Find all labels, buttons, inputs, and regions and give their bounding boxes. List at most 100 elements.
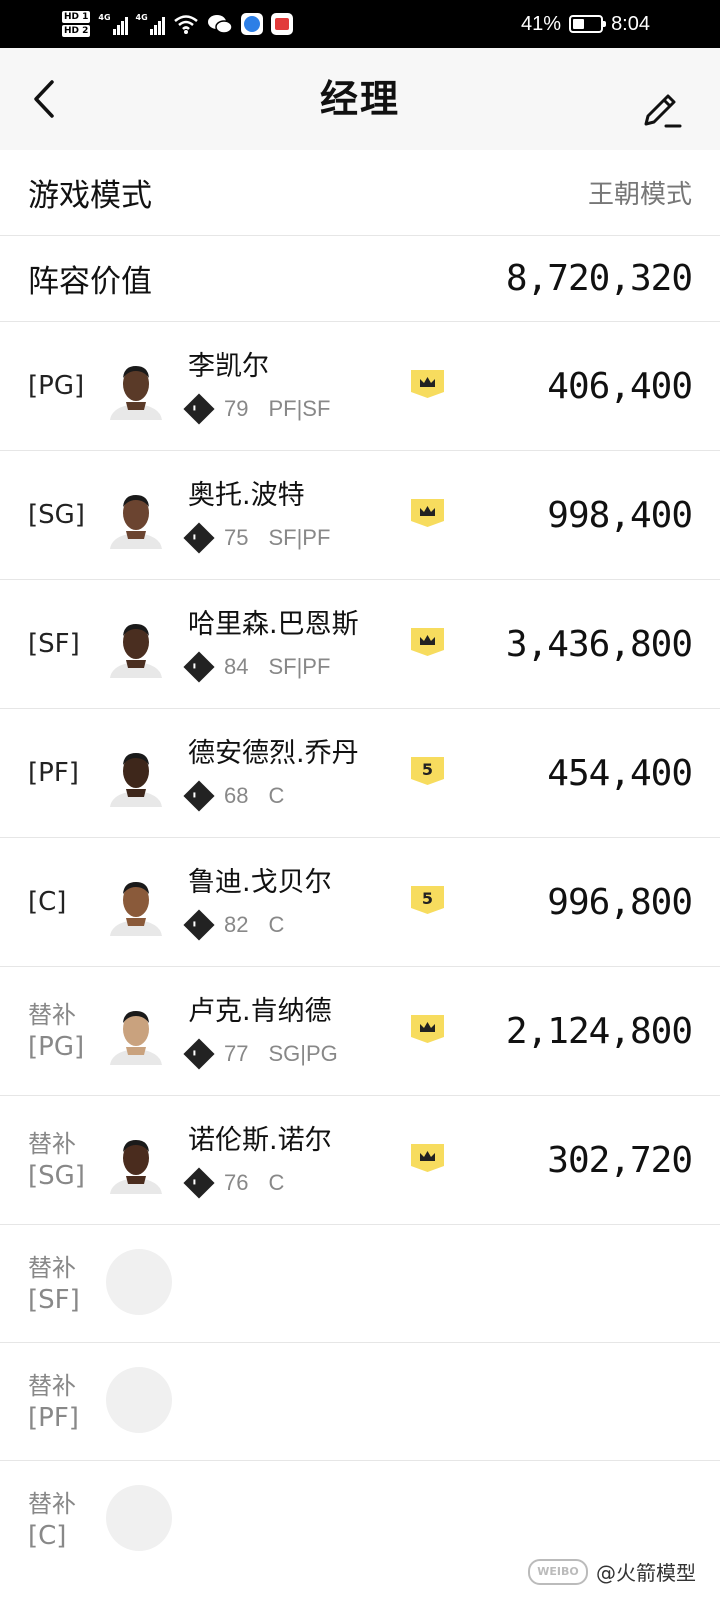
player-row[interactable]: [PF] 德安德烈.乔丹 68 C 5 454,400 [0, 709, 720, 838]
hd-indicators: HD 1 HD 2 [62, 11, 91, 37]
position-label: [SF] [28, 580, 80, 708]
game-mode-row[interactable]: 游戏模式 王朝模式 [0, 150, 720, 236]
player-rating-line: 75 SF|PF [183, 522, 331, 554]
player-value: 3,436,800 [505, 623, 693, 665]
position-code: [SF] [28, 1284, 80, 1315]
player-positions: SG|PG [268, 1041, 338, 1066]
position-label: 替补 [SG] [28, 1096, 85, 1224]
player-row[interactable]: [PG] 李凯尔 79 PF|SF 406,400 [0, 322, 720, 451]
player-avatar [106, 872, 166, 936]
empty-slot-row[interactable]: 替补 [PF] [0, 1343, 720, 1461]
player-name: 卢克.肯纳德 [188, 996, 332, 1027]
position-label: [PF] [28, 709, 79, 837]
bench-label: 替补 [28, 1371, 76, 1400]
player-rating: 75 [224, 525, 249, 550]
lineup-value-row: 阵容价值 8,720,320 [0, 236, 720, 322]
edit-button[interactable] [640, 88, 684, 132]
player-rating: 82 [224, 912, 249, 937]
empty-avatar-placeholder[interactable] [106, 1367, 172, 1433]
badge-number: 5 [421, 888, 434, 908]
signal-1-icon: 4G [98, 13, 128, 35]
player-avatar [106, 614, 166, 678]
position-label: 替补 [PG] [28, 967, 84, 1095]
empty-slot-row[interactable]: 替补 [SF] [0, 1225, 720, 1343]
reader-app-icon [270, 13, 293, 35]
player-rating-line: 77 SG|PG [183, 1038, 338, 1070]
watermark-logo: WEIBO [528, 1558, 588, 1585]
browser-app-icon [240, 13, 263, 35]
player-name: 诺伦斯.诺尔 [188, 1125, 332, 1156]
player-positions: SF|PF [268, 525, 331, 550]
player-avatar [106, 1001, 166, 1065]
rating-icon [183, 522, 215, 554]
badge-number: 5 [421, 759, 434, 779]
player-value: 996,800 [547, 881, 693, 923]
battery-percent: 41% [521, 12, 562, 35]
battery-icon [569, 15, 607, 33]
position-label: [SG] [28, 451, 85, 579]
bench-label: 替补 [28, 1130, 76, 1158]
player-rating: 77 [224, 1041, 249, 1066]
player-rating-line: 79 PF|SF [183, 393, 331, 425]
network-type-1: 4G [98, 13, 111, 22]
bench-label: 替补 [28, 1490, 76, 1518]
level-badge: 5 [411, 757, 444, 785]
rating-icon [183, 909, 215, 941]
empty-avatar-placeholder[interactable] [106, 1485, 172, 1551]
player-rating: 76 [224, 1170, 249, 1195]
player-name: 李凯尔 [188, 351, 269, 382]
player-rating-line: 76 C [183, 1167, 285, 1199]
watermark: WEIBO @火箭模型 [528, 1557, 696, 1586]
crown-badge-icon [411, 370, 444, 398]
player-name: 哈里森.巴恩斯 [188, 609, 359, 640]
rating-icon [183, 1167, 215, 1199]
network-type-2: 4G [135, 13, 148, 22]
lineup-value-label: 阵容价值 [28, 264, 152, 300]
position-code: [C] [28, 1521, 67, 1551]
empty-avatar-placeholder[interactable] [106, 1249, 172, 1315]
bench-label: 替补 [28, 1001, 76, 1029]
player-row[interactable]: 替补 [PG] 卢克.肯纳德 77 SG|PG 2,124,800 [0, 967, 720, 1096]
hd2-indicator: HD 2 [62, 25, 91, 37]
player-name: 鲁迪.戈贝尔 [188, 867, 332, 898]
position-code: [SG] [28, 500, 85, 530]
player-avatar [106, 743, 166, 807]
player-row[interactable]: [SF] 哈里森.巴恩斯 84 SF|PF 3,436,800 [0, 580, 720, 709]
player-rating: 79 [224, 396, 249, 421]
player-positions: SF|PF [268, 654, 331, 679]
position-label: [C] [28, 838, 66, 966]
player-positions: C [268, 1170, 285, 1195]
level-badge: 5 [411, 886, 444, 914]
wechat-icon [207, 15, 233, 34]
player-row[interactable]: 替补 [SG] 诺伦斯.诺尔 76 C 302,720 [0, 1096, 720, 1225]
player-rating-line: 84 SF|PF [183, 651, 331, 683]
player-value: 454,400 [547, 752, 693, 794]
player-value: 406,400 [547, 365, 693, 407]
player-positions: C [268, 783, 285, 808]
game-mode-label: 游戏模式 [28, 178, 152, 214]
watermark-text: @火箭模型 [596, 1561, 696, 1585]
lineup-value-amount: 8,720,320 [505, 258, 693, 299]
player-row[interactable]: [SG] 奥托.波特 75 SF|PF 998,400 [0, 451, 720, 580]
app-header: 经理 [0, 48, 720, 150]
bench-label: 替补 [28, 1253, 76, 1282]
player-row[interactable]: [C] 鲁迪.戈贝尔 82 C 5 996,800 [0, 838, 720, 967]
edit-pencil-icon [644, 94, 682, 128]
status-bar: HD 1 HD 2 4G 4G 41% 8:04 [0, 0, 720, 48]
position-code: [PF] [28, 1402, 79, 1433]
player-rating: 84 [224, 654, 249, 679]
rating-icon [183, 1038, 215, 1070]
position-label: [PG] [28, 322, 84, 450]
player-positions: PF|SF [268, 396, 331, 421]
player-rating: 68 [224, 783, 249, 808]
position-label: 替补 [PF] [28, 1343, 79, 1460]
player-name: 奥托.波特 [188, 480, 305, 511]
position-code: [PG] [28, 371, 85, 401]
rating-icon [183, 393, 215, 425]
back-button[interactable] [26, 76, 72, 122]
position-code: [SF] [28, 629, 80, 659]
crown-badge-icon [411, 499, 444, 527]
player-value: 302,720 [547, 1139, 693, 1181]
position-code: [PF] [28, 758, 79, 788]
crown-badge-icon [411, 628, 444, 656]
